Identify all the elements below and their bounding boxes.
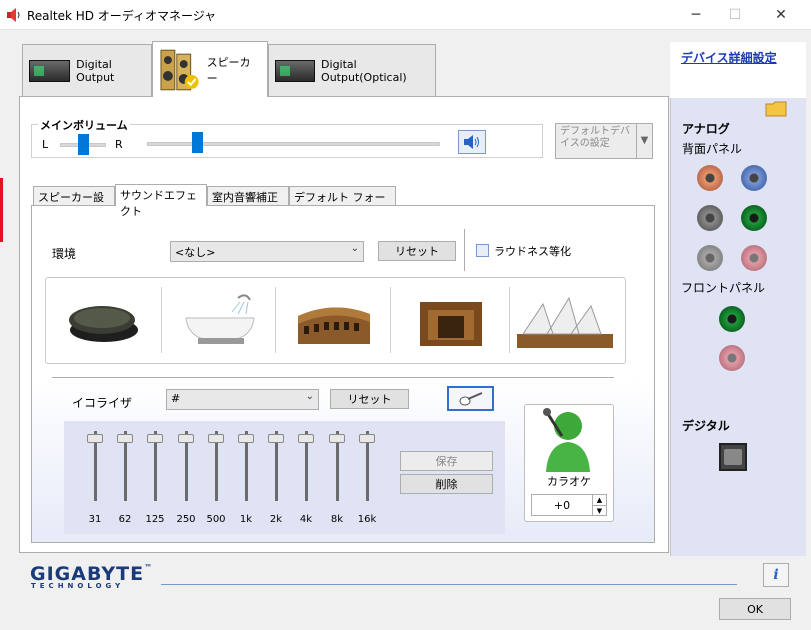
ok-button[interactable]: OK <box>719 598 791 620</box>
loudness-checkbox[interactable] <box>476 244 489 257</box>
equalizer-reset-button[interactable]: リセット <box>330 389 409 409</box>
close-button[interactable]: ✕ <box>758 0 804 30</box>
divider <box>390 287 391 353</box>
footer-divider <box>161 584 737 585</box>
window-edge <box>0 178 3 242</box>
speaker-device-icon <box>160 49 199 90</box>
info-icon: i <box>773 567 779 583</box>
environment-label: 環境 <box>52 247 77 261</box>
eq-band-slider-31[interactable] <box>87 434 103 443</box>
eq-band-label: 1k <box>239 514 253 525</box>
divider <box>161 287 162 353</box>
chevron-down-icon: ▼ <box>636 124 652 158</box>
mute-button[interactable] <box>458 130 486 154</box>
environment-reset-button[interactable]: リセット <box>378 241 456 261</box>
volume-slider-thumb[interactable] <box>192 132 203 153</box>
maximize-button: ☐ <box>728 7 742 23</box>
eq-band-label: 125 <box>145 514 165 525</box>
info-button[interactable]: i <box>763 563 789 587</box>
jack-front-pink[interactable] <box>719 345 745 371</box>
equalizer-delete-button[interactable]: 削除 <box>400 474 493 494</box>
preset-stone-room[interactable] <box>412 292 492 352</box>
spin-down-icon[interactable]: ▼ <box>592 505 606 515</box>
preset-opera-house[interactable] <box>513 290 617 352</box>
eq-band-label: 4k <box>299 514 313 525</box>
speaker-app-icon <box>6 7 22 23</box>
eq-band-label: 8k <box>330 514 344 525</box>
tab-speaker-settings[interactable]: スピーカー設定 <box>33 186 115 220</box>
eq-band-slider-1k[interactable] <box>238 434 254 443</box>
rear-panel-label: 背面パネル <box>682 142 743 156</box>
eq-band-label: 31 <box>88 514 102 525</box>
chevron-down-icon: ⌄ <box>350 243 359 254</box>
jack-rear-green[interactable] <box>741 205 767 231</box>
eq-band-slider-125[interactable] <box>147 434 163 443</box>
eq-band-label: 250 <box>176 514 196 525</box>
karaoke-singer-icon <box>543 408 590 472</box>
karaoke-spinner[interactable]: +0 ▲ ▼ <box>531 494 607 516</box>
eq-band-slider-250[interactable] <box>178 434 194 443</box>
digital-label: デジタル <box>682 419 730 433</box>
tab-sound-effects[interactable]: サウンドエフェクト <box>115 184 207 218</box>
eq-band-slider-500[interactable] <box>208 434 224 443</box>
preset-colosseum[interactable] <box>294 292 374 350</box>
jack-front-green[interactable] <box>719 306 745 332</box>
folder-icon[interactable] <box>765 99 787 117</box>
window-title: Realtek HD オーディオマネージャ <box>27 9 217 23</box>
analog-label: アナログ <box>682 122 730 136</box>
eq-band-slider-4k[interactable] <box>298 434 314 443</box>
jack-rear-blue[interactable] <box>741 165 767 191</box>
preset-bathtub[interactable] <box>180 288 260 350</box>
speaker-volume-icon <box>464 135 479 149</box>
gigabyte-technology-text: TECHNOLOGY <box>31 582 125 590</box>
eq-band-slider-8k[interactable] <box>329 434 345 443</box>
tab-speaker[interactable]: スピーカー <box>152 41 268 97</box>
balance-right-label: R <box>115 138 123 151</box>
guitar-icon <box>459 391 482 405</box>
tab-digital-output[interactable]: Digital Output <box>22 44 152 96</box>
jack-rear-pink[interactable] <box>741 245 767 271</box>
jack-rear-orange[interactable] <box>697 165 723 191</box>
digital-jack-icon[interactable] <box>719 443 747 471</box>
balance-left-label: L <box>42 138 49 151</box>
equalizer-label: イコライザ <box>72 396 133 410</box>
environment-select[interactable]: <なし> ⌄ <box>170 241 364 262</box>
karaoke-label: カラオケ <box>547 475 591 488</box>
spin-up-icon[interactable]: ▲ <box>592 495 606 505</box>
eq-band-label: 16k <box>357 514 377 525</box>
tab-digital-output-optical[interactable]: Digital Output(Optical) <box>268 44 436 96</box>
divider <box>275 287 276 353</box>
divider <box>464 229 465 271</box>
equalizer-save-button[interactable]: 保存 <box>400 451 493 471</box>
eq-band-label: 500 <box>206 514 226 525</box>
front-panel-label: フロントパネル <box>681 281 766 295</box>
volume-slider-track <box>147 142 440 146</box>
guitar-button[interactable] <box>447 386 494 411</box>
digital-output-device-icon <box>29 59 71 82</box>
eq-band-slider-16k[interactable] <box>359 434 375 443</box>
eq-band-slider-62[interactable] <box>117 434 133 443</box>
eq-band-label: 2k <box>269 514 283 525</box>
main-volume-label: メインボリューム <box>38 117 130 133</box>
default-device-button[interactable]: デフォルトデバイスの設定 ▼ <box>555 123 653 159</box>
device-advanced-settings-link[interactable]: デバイス詳細設定 <box>681 49 777 66</box>
preset-stone-disc[interactable] <box>64 292 144 348</box>
divider <box>509 287 510 353</box>
tab-room-correction[interactable]: 室内音響補正 <box>207 186 289 205</box>
equalizer-select[interactable]: # ⌄ <box>166 389 319 410</box>
tab-default-format[interactable]: デフォルト フォーマット <box>289 186 396 220</box>
jack-rear-gray[interactable] <box>697 205 723 231</box>
balance-slider-thumb[interactable] <box>78 134 89 155</box>
jack-rear-gray-light[interactable] <box>697 245 723 271</box>
chevron-down-icon: ⌄ <box>305 391 314 402</box>
loudness-label: ラウドネス等化 <box>494 245 571 258</box>
optical-output-device-icon <box>275 59 316 82</box>
eq-band-slider-2k[interactable] <box>268 434 284 443</box>
eq-band-label: 62 <box>118 514 132 525</box>
section-divider <box>52 377 614 378</box>
